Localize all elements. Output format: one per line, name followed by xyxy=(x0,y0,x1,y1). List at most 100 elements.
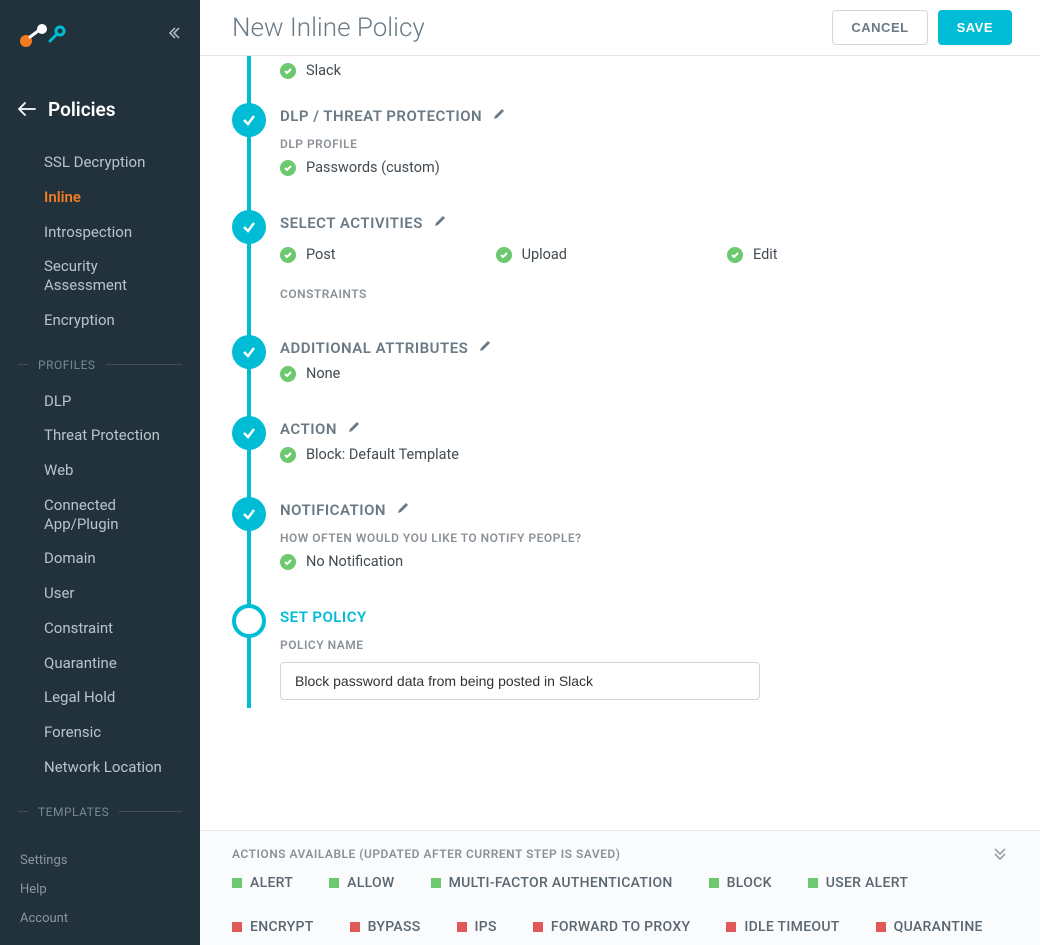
action-tag: ALLOW xyxy=(329,875,394,891)
sidebar-collapse-icon[interactable] xyxy=(166,25,182,45)
steps-wrap: Slack DLP / THREAT PROTECTION DLP PROFIL… xyxy=(232,62,1008,830)
step-dlp-value: Passwords (custom) xyxy=(306,159,440,176)
action-tag: BYPASS xyxy=(350,919,421,935)
step-action-value: Block: Default Template xyxy=(306,446,459,463)
action-tag-label: USER ALERT xyxy=(826,875,908,891)
step-notification: NOTIFICATION HOW OFTEN WOULD YOU LIKE TO… xyxy=(280,491,1008,598)
step-marker-complete xyxy=(232,497,266,531)
nav-item-quarantine[interactable]: Quarantine xyxy=(0,646,200,681)
activity-label: Post xyxy=(306,246,336,263)
activity-chip: Post xyxy=(280,246,336,263)
step-activities: SELECT ACTIVITIES Post Upload xyxy=(280,204,1008,329)
nav-item-web[interactable]: Web xyxy=(0,453,200,488)
edit-icon[interactable] xyxy=(433,214,447,232)
edit-icon[interactable] xyxy=(492,107,506,125)
nav-item-introspection[interactable]: Introspection xyxy=(0,215,200,250)
status-unavailable-swatch xyxy=(350,922,360,932)
step-set-policy-title: SET POLICY xyxy=(280,608,1008,626)
step-action: ACTION Block: Default Template xyxy=(280,410,1008,491)
status-available-swatch xyxy=(808,878,818,888)
action-tag: IPS xyxy=(457,919,497,935)
edit-icon[interactable] xyxy=(396,501,410,519)
nav-item-connected-app-plugin[interactable]: Connected App/Plugin xyxy=(0,488,200,542)
step-notification-value-row: No Notification xyxy=(280,553,1008,570)
nav-item-inline[interactable]: Inline xyxy=(0,180,200,215)
sidebar-footer: Settings Help Account xyxy=(0,846,200,933)
actions-available-panel: ACTIONS AVAILABLE (UPDATED AFTER CURRENT… xyxy=(200,830,1040,945)
step-action-title-text: ACTION xyxy=(280,420,337,438)
nav-item-threat-protection[interactable]: Threat Protection xyxy=(0,418,200,453)
nav-item-security-assessment[interactable]: Security Assessment xyxy=(0,249,200,303)
nav-item-forensic[interactable]: Forensic xyxy=(0,715,200,750)
action-tags: ALERT ALLOW MULTI-FACTOR AUTHENTICATION BLO… xyxy=(232,875,1008,935)
activity-label: Edit xyxy=(753,246,778,263)
step-dlp-sublabel: DLP PROFILE xyxy=(280,137,1008,151)
chevron-down-double-icon[interactable] xyxy=(992,845,1008,865)
action-tag-label: BLOCK xyxy=(727,875,772,891)
step-marker-complete xyxy=(232,210,266,244)
check-icon xyxy=(280,63,296,79)
action-tag: USER ALERT xyxy=(808,875,908,891)
action-tag-label: IDLE TIMEOUT xyxy=(744,919,839,935)
step-notification-sublabel: HOW OFTEN WOULD YOU LIKE TO NOTIFY PEOPL… xyxy=(280,531,1008,545)
step-attributes-value-row: None xyxy=(280,365,1008,382)
action-tag-label: BYPASS xyxy=(368,919,421,935)
nav-item-encryption[interactable]: Encryption xyxy=(0,303,200,338)
activities-chip-row: Post Upload Edit xyxy=(280,240,1008,263)
step-activities-title: SELECT ACTIVITIES xyxy=(280,214,1008,232)
activity-chip: Edit xyxy=(727,246,778,263)
main: New Inline Policy CANCEL SAVE Slack D xyxy=(200,0,1040,945)
action-tag: ALERT xyxy=(232,875,293,891)
action-tag-label: ENCRYPT xyxy=(250,919,314,935)
check-icon xyxy=(280,366,296,382)
action-tag-label: MULTI-FACTOR AUTHENTICATION xyxy=(449,875,673,891)
actions-available-header: ACTIONS AVAILABLE (UPDATED AFTER CURRENT… xyxy=(232,847,1008,861)
status-unavailable-swatch xyxy=(876,922,886,932)
step-marker-current xyxy=(232,604,266,638)
footer-help[interactable]: Help xyxy=(20,875,180,904)
topbar-actions: CANCEL SAVE xyxy=(832,10,1012,45)
edit-icon[interactable] xyxy=(478,339,492,357)
check-icon xyxy=(280,447,296,463)
status-unavailable-swatch xyxy=(533,922,543,932)
step-action-value-row: Block: Default Template xyxy=(280,446,1008,463)
nav-item-network-location[interactable]: Network Location xyxy=(0,750,200,785)
nav-item-user[interactable]: User xyxy=(0,576,200,611)
nav-item-ssl-decryption[interactable]: SSL Decryption xyxy=(0,145,200,180)
action-tag: MULTI-FACTOR AUTHENTICATION xyxy=(431,875,673,891)
section-templates-divider: TEMPLATES xyxy=(0,791,200,825)
action-tag-label: ALLOW xyxy=(347,875,394,891)
step-attributes-title: ADDITIONAL ATTRIBUTES xyxy=(280,339,1008,357)
step-notification-title-text: NOTIFICATION xyxy=(280,501,386,519)
action-tag-label: IPS xyxy=(475,919,497,935)
nav-item-domain[interactable]: Domain xyxy=(0,541,200,576)
status-available-swatch xyxy=(709,878,719,888)
step-attributes-value: None xyxy=(306,365,340,382)
section-profiles-label: PROFILES xyxy=(38,358,96,372)
check-icon xyxy=(280,247,296,263)
step-attributes: ADDITIONAL ATTRIBUTES None xyxy=(280,329,1008,410)
footer-account[interactable]: Account xyxy=(20,904,180,933)
action-tag: BLOCK xyxy=(709,875,772,891)
nav-item-dlp[interactable]: DLP xyxy=(0,384,200,419)
action-tag-label: ALERT xyxy=(250,875,293,891)
step-marker-complete xyxy=(232,335,266,369)
back-arrow-icon[interactable] xyxy=(18,98,36,121)
footer-settings[interactable]: Settings xyxy=(20,846,180,875)
nav-item-legal-hold[interactable]: Legal Hold xyxy=(0,680,200,715)
step-set-policy: SET POLICY POLICY NAME xyxy=(280,598,1008,728)
save-button[interactable]: SAVE xyxy=(938,10,1012,45)
policy-name-input[interactable] xyxy=(280,662,760,700)
edit-icon[interactable] xyxy=(347,420,361,438)
section-templates-label: TEMPLATES xyxy=(38,805,109,819)
nav-item-constraint[interactable]: Constraint xyxy=(0,611,200,646)
topbar: New Inline Policy CANCEL SAVE xyxy=(200,0,1040,56)
step-notification-value: No Notification xyxy=(306,553,403,570)
step-dlp-title-text: DLP / THREAT PROTECTION xyxy=(280,107,482,125)
cancel-button[interactable]: CANCEL xyxy=(832,10,927,45)
content: Slack DLP / THREAT PROTECTION DLP PROFIL… xyxy=(200,56,1040,830)
action-tag: QUARANTINE xyxy=(876,919,983,935)
policy-name-label: POLICY NAME xyxy=(280,638,1008,652)
prev-step-value: Slack xyxy=(280,62,1008,79)
step-activities-title-text: SELECT ACTIVITIES xyxy=(280,214,423,232)
